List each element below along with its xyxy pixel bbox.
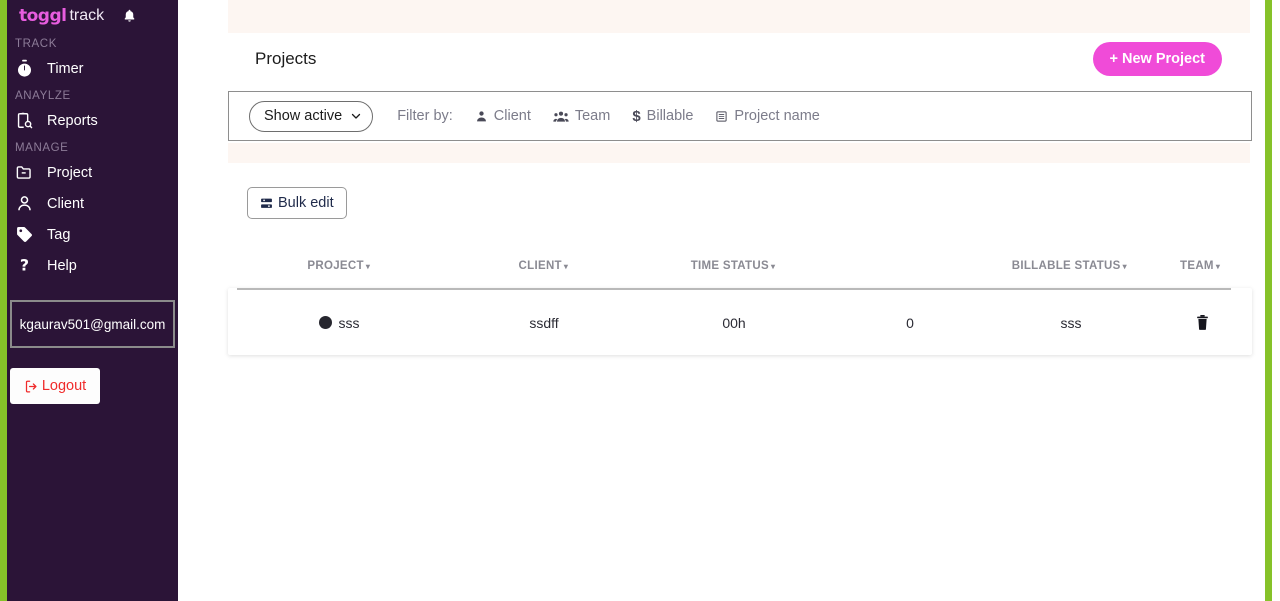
list-icon bbox=[715, 110, 728, 123]
column-header-client[interactable]: CLIENT ▾ bbox=[450, 260, 638, 272]
page-header: Projects + New Project bbox=[228, 33, 1250, 85]
table-header-row: PROJECT ▾ CLIENT ▾ TIME STATUS ▾ BILLABLE S… bbox=[228, 255, 1250, 277]
column-header-time-status[interactable]: TIME STATUS ▾ bbox=[637, 260, 829, 272]
chevron-down-icon bbox=[350, 110, 362, 122]
cell-billable-status: sss bbox=[1060, 314, 1082, 331]
filter-chip-team[interactable]: Team bbox=[553, 108, 610, 124]
column-header-billable-status[interactable]: BILLABLE STATUS ▾ bbox=[989, 260, 1151, 272]
project-color-dot bbox=[318, 316, 332, 329]
stopwatch-icon bbox=[15, 59, 43, 78]
filter-chip-project-name[interactable]: Project name bbox=[715, 108, 820, 124]
sidebar: toggl track TRACK Timer ANAYLZE Reports … bbox=[7, 0, 178, 601]
cell-project-label: sss bbox=[338, 314, 360, 331]
report-clipboard-icon bbox=[15, 111, 43, 130]
left-green-edge bbox=[0, 0, 7, 601]
sidebar-section-analyze-label: ANAYLZE bbox=[15, 90, 71, 102]
main-content: Projects + New Project Show active Filte… bbox=[178, 0, 1265, 601]
new-project-button[interactable]: + New Project bbox=[1092, 42, 1222, 76]
filter-chip-team-label: Team bbox=[574, 108, 611, 124]
bulk-edit-button[interactable]: Bulk edit bbox=[247, 187, 347, 219]
column-header-billable-status-label: BILLABLE STATUS bbox=[1011, 260, 1121, 272]
bell-icon[interactable] bbox=[122, 8, 137, 24]
top-banner-strip bbox=[228, 0, 1250, 33]
brand-track: track bbox=[69, 7, 105, 24]
page-title: Projects bbox=[255, 49, 317, 68]
sidebar-item-reports-label: Reports bbox=[47, 112, 98, 129]
sidebar-item-project-label: Project bbox=[47, 164, 93, 181]
sidebar-item-client-label: Client bbox=[47, 195, 85, 212]
sidebar-item-tag[interactable]: Tag bbox=[7, 219, 178, 250]
folder-minus-icon bbox=[15, 163, 43, 182]
chevron-down-icon: ▾ bbox=[1122, 262, 1127, 271]
filter-chip-client[interactable]: Client bbox=[475, 108, 531, 124]
sidebar-item-project[interactable]: Project bbox=[7, 157, 178, 188]
person-icon bbox=[15, 194, 43, 213]
chevron-down-icon: ▾ bbox=[1215, 262, 1221, 271]
filter-chip-client-label: Client bbox=[493, 108, 531, 124]
sidebar-item-help-label: Help bbox=[47, 257, 77, 274]
cell-project: sss bbox=[228, 315, 450, 331]
projects-page: toggl track TRACK Timer ANAYLZE Reports … bbox=[0, 0, 1280, 601]
account-email: kgaurav501@gmail.com bbox=[10, 300, 175, 348]
column-header-project-label: PROJECT bbox=[307, 260, 364, 272]
cell-client: ssdff bbox=[529, 314, 559, 331]
filter-by-label: Filter by: bbox=[397, 108, 453, 124]
filter-chip-billable[interactable]: $ Billable bbox=[632, 108, 693, 124]
logout-button-label: Logout bbox=[41, 378, 87, 394]
bulk-edit-icon bbox=[260, 197, 273, 210]
chevron-down-icon: ▾ bbox=[563, 262, 569, 271]
column-header-team[interactable]: TEAM ▾ bbox=[1150, 260, 1250, 272]
brand-row: toggl track bbox=[7, 0, 178, 32]
sidebar-item-timer-label: Timer bbox=[47, 60, 84, 77]
status-filter-value: Show active bbox=[264, 108, 343, 124]
right-green-edge bbox=[1265, 0, 1272, 601]
cell-team bbox=[1152, 314, 1252, 331]
filter-chip-billable-label: Billable bbox=[646, 108, 694, 124]
sidebar-section-track-label: TRACK bbox=[15, 38, 57, 50]
sidebar-item-reports[interactable]: Reports bbox=[7, 105, 178, 136]
mid-banner-strip bbox=[228, 143, 1250, 163]
sidebar-item-tag-label: Tag bbox=[47, 226, 71, 243]
sidebar-section-manage-label: MANAGE bbox=[15, 142, 69, 154]
logout-button[interactable]: Logout bbox=[10, 368, 100, 404]
chevron-down-icon: ▾ bbox=[770, 262, 776, 271]
sidebar-item-help[interactable]: ? Help bbox=[7, 250, 178, 281]
cell-billable: 0 bbox=[906, 314, 914, 331]
sidebar-item-client[interactable]: Client bbox=[7, 188, 178, 219]
bulk-edit-button-label: Bulk edit bbox=[278, 195, 334, 211]
svg-text:?: ? bbox=[20, 256, 29, 275]
logout-arrow-icon bbox=[24, 379, 39, 394]
dollar-icon: $ bbox=[632, 107, 641, 125]
sidebar-item-timer[interactable]: Timer bbox=[7, 53, 178, 84]
column-header-team-label: TEAM bbox=[1180, 260, 1214, 272]
trash-icon[interactable] bbox=[1195, 314, 1210, 331]
column-header-project[interactable]: PROJECT ▾ bbox=[228, 260, 450, 272]
column-header-client-label: CLIENT bbox=[518, 260, 562, 272]
team-icon bbox=[553, 110, 569, 123]
filter-chip-project-name-label: Project name bbox=[734, 108, 820, 124]
filter-panel: Show active Filter by: Client Team $ Bil… bbox=[228, 91, 1252, 141]
brand-toggl: toggl bbox=[19, 6, 67, 26]
chevron-down-icon: ▾ bbox=[365, 262, 371, 271]
column-header-time-status-label: TIME STATUS bbox=[690, 260, 769, 272]
cell-time-status: 00h bbox=[722, 314, 746, 331]
table-row[interactable]: sss ssdff 00h 0 sss bbox=[228, 290, 1252, 355]
table-body-card: sss ssdff 00h 0 sss bbox=[228, 288, 1252, 355]
person-icon bbox=[475, 110, 488, 123]
question-mark-icon: ? bbox=[15, 256, 43, 275]
tag-icon bbox=[15, 225, 43, 244]
status-filter-select[interactable]: Show active bbox=[249, 100, 374, 132]
